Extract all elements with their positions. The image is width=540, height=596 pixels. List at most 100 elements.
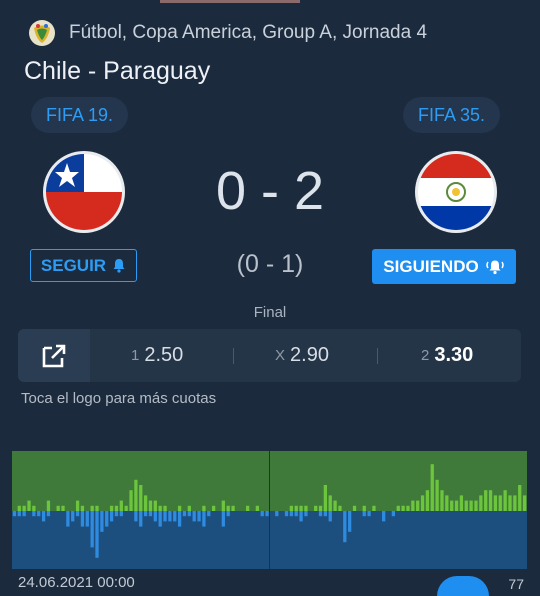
momentum-away-bar <box>119 511 123 517</box>
momentum-home-bar <box>450 500 454 511</box>
odd-draw-value: 2.90 <box>290 344 329 366</box>
momentum-home-bar <box>61 505 65 511</box>
odds-provider-logo[interactable] <box>18 329 90 382</box>
momentum-away-bar <box>391 511 396 517</box>
away-ranking-badge: FIFA 35. <box>403 97 501 133</box>
momentum-away-bar <box>221 511 225 527</box>
momentum-home-bar <box>80 505 85 511</box>
match-title: Chile - Paraguay <box>24 57 211 85</box>
momentum-home-bar <box>416 500 420 511</box>
momentum-home-bar <box>488 490 493 511</box>
momentum-away-bar <box>109 511 114 522</box>
odd-draw-label: X <box>275 347 286 364</box>
momentum-away-bar <box>71 511 75 522</box>
momentum-away-bar <box>114 511 119 517</box>
odds-divider <box>233 348 234 364</box>
momentum-home-bar <box>114 505 119 511</box>
momentum-home-bar <box>474 500 478 511</box>
momentum-away-bar <box>187 511 191 517</box>
momentum-away-bar <box>41 511 46 522</box>
momentum-away-bar <box>367 511 371 517</box>
momentum-away-bar <box>90 511 94 548</box>
momentum-home-bar <box>75 500 80 511</box>
chile-flag-icon[interactable] <box>42 150 126 234</box>
momentum-home-bar <box>148 500 153 511</box>
odds-divider <box>377 348 378 364</box>
momentum-home-bar <box>440 490 444 511</box>
momentum-away-bar <box>148 511 153 517</box>
momentum-home-bar <box>299 505 303 511</box>
home-ranking-badge: FIFA 19. <box>31 97 129 133</box>
momentum-home-bar <box>231 505 235 511</box>
momentum-home-bar <box>420 495 425 511</box>
momentum-home-bar <box>469 500 473 511</box>
odd-home[interactable]: 1 2.50 <box>131 329 183 382</box>
momentum-away-bar <box>80 511 85 527</box>
momentum-home-bar <box>518 485 522 511</box>
momentum-away-bar <box>202 511 206 527</box>
momentum-home-bar <box>134 479 138 511</box>
top-accent-line <box>0 0 540 3</box>
momentum-away-bar <box>17 511 21 517</box>
momentum-away-bar <box>304 511 308 517</box>
momentum-away-bar <box>22 511 26 517</box>
momentum-away-bar <box>275 511 279 517</box>
momentum-away-bar <box>226 511 230 517</box>
momentum-away-bar <box>265 511 269 517</box>
momentum-away-bar <box>343 511 347 543</box>
match-date: 24.06.2021 00:00 <box>18 574 135 591</box>
paraguay-flag-icon[interactable] <box>414 150 498 234</box>
bell-ringing-icon <box>485 260 504 274</box>
momentum-away-bar <box>168 511 172 522</box>
momentum-away-bar <box>182 511 187 517</box>
floating-action-button[interactable] <box>437 576 489 596</box>
momentum-away-bar <box>143 511 148 517</box>
momentum-home-bar <box>352 505 357 511</box>
momentum-home-bar <box>318 505 323 511</box>
momentum-home-bar <box>56 505 60 511</box>
momentum-away-bar <box>32 511 36 517</box>
momentum-home-bar <box>187 505 191 511</box>
momentum-home-bar <box>338 505 342 511</box>
match-momentum-chart[interactable] <box>12 451 527 569</box>
odd-home-value: 2.50 <box>144 344 184 366</box>
momentum-home-bar <box>498 495 502 511</box>
momentum-away-bar <box>37 511 41 517</box>
odd-draw[interactable]: X 2.90 <box>275 329 329 382</box>
copa-america-logo-icon[interactable] <box>28 19 56 47</box>
momentum-away-bar <box>318 511 323 517</box>
momentum-home-bar <box>153 500 157 511</box>
odd-away[interactable]: 2 3.30 <box>421 329 473 382</box>
follow-home-button[interactable]: SEGUIR <box>30 249 137 282</box>
momentum-away-bar <box>323 511 328 517</box>
momentum-away-bar <box>382 511 386 522</box>
odds-hint: Toca el logo para más cuotas <box>21 390 217 407</box>
odd-away-label: 2 <box>421 347 430 364</box>
momentum-home-bar <box>202 505 206 511</box>
momentum-home-bar <box>221 500 225 511</box>
momentum-away-bar <box>12 511 17 517</box>
momentum-home-bar <box>17 505 21 511</box>
momentum-home-bar <box>246 505 250 511</box>
momentum-away-bar <box>362 511 366 517</box>
momentum-home-bar <box>124 505 128 511</box>
final-score: 0 - 2 <box>215 161 325 221</box>
momentum-away-bar <box>153 511 157 522</box>
momentum-home-bar <box>401 505 405 511</box>
momentum-home-bar <box>464 500 468 511</box>
momentum-home-bar <box>493 495 498 511</box>
bell-icon <box>113 259 125 273</box>
momentum-home-bar <box>411 500 415 511</box>
momentum-home-bar <box>119 500 123 511</box>
momentum-away-bar <box>192 511 196 522</box>
odds-bar: 1 2.50 X 2.90 2 3.30 <box>18 329 521 382</box>
follow-home-label: SEGUIR <box>40 255 107 275</box>
match-status: Final <box>253 304 287 321</box>
following-away-button[interactable]: SIGUIENDO <box>372 249 516 284</box>
external-link-icon <box>42 344 66 367</box>
match-header: Fútbol, Copa America, Group A, Jornada 4 <box>28 18 427 48</box>
momentum-away-bar <box>207 511 211 517</box>
momentum-home-bar <box>289 505 293 511</box>
momentum-halftime-line <box>269 451 270 569</box>
momentum-home-bar <box>255 505 259 511</box>
